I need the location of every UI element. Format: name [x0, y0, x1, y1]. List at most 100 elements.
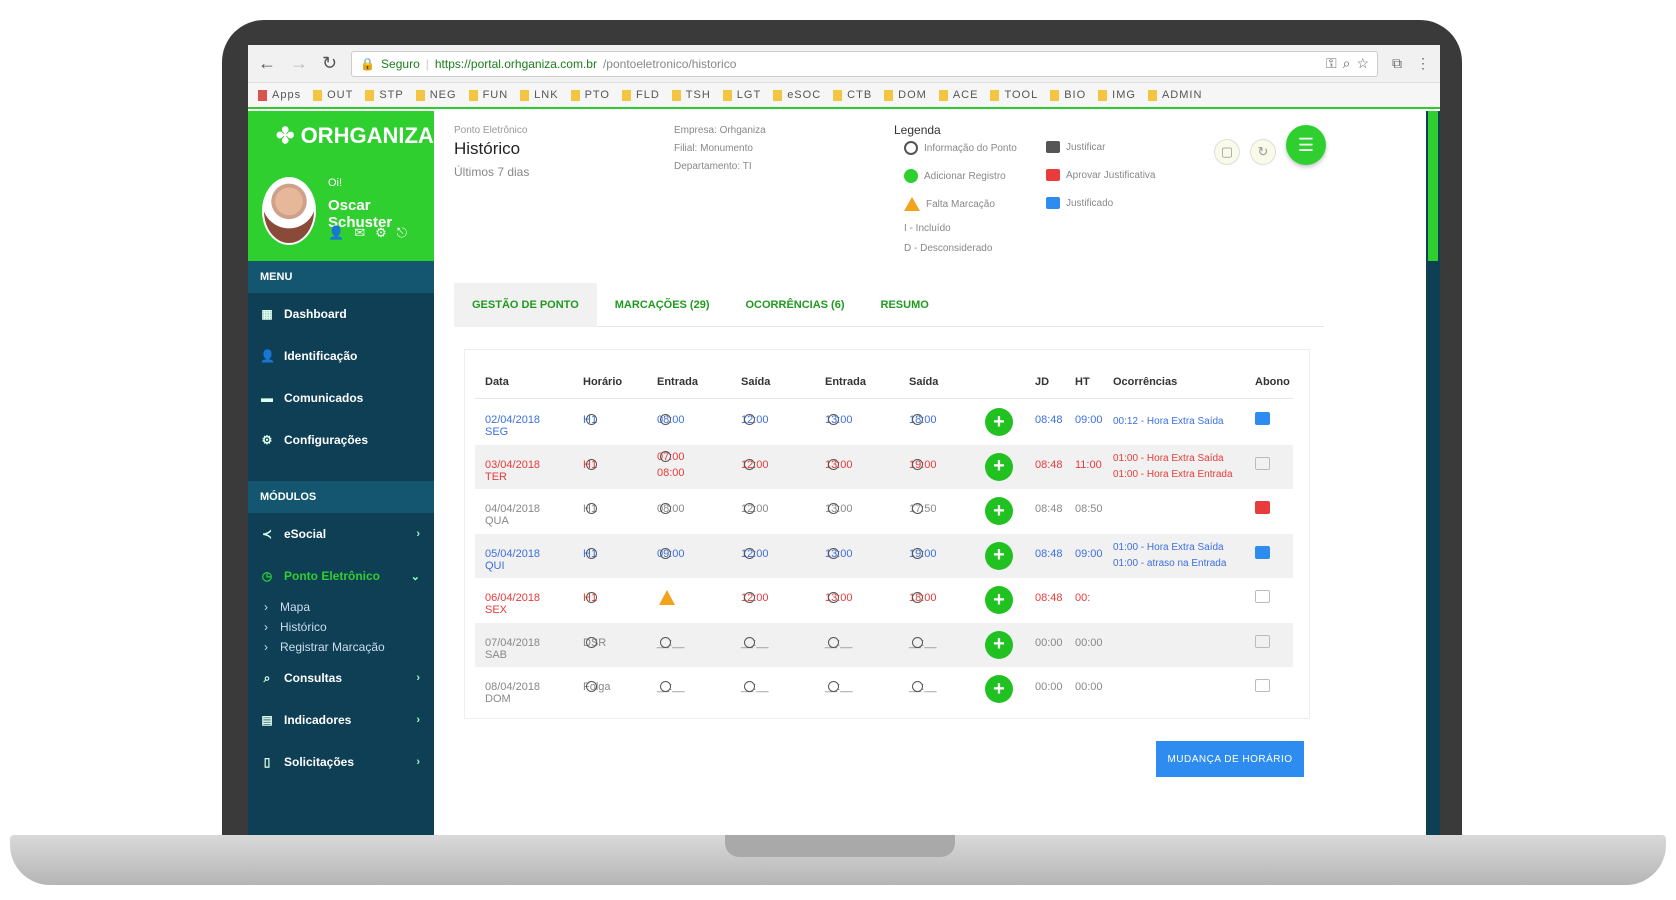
clock-icon[interactable]	[912, 414, 923, 425]
bookmark-item[interactable]: STP	[365, 89, 403, 101]
bookmark-item[interactable]: OUT	[313, 89, 353, 101]
calendar-button[interactable]: ▢	[1214, 139, 1240, 165]
forward-icon[interactable]: →	[290, 53, 308, 74]
extension-icon[interactable]: ⧉	[1392, 55, 1402, 72]
clock-icon[interactable]	[660, 414, 671, 425]
add-record-button[interactable]: +	[985, 675, 1013, 703]
bookmark-item[interactable]: NEG	[415, 89, 457, 101]
add-record-button[interactable]: +	[985, 541, 1013, 570]
tab-marcacoes[interactable]: MARCAÇÕES (29)	[597, 283, 728, 327]
sidebar-item-dashboard[interactable]: ▦ Dashboard	[248, 293, 434, 335]
chat-gray-icon[interactable]	[1255, 590, 1270, 603]
clock-icon[interactable]	[828, 503, 839, 514]
clock-icon[interactable]	[586, 636, 597, 648]
bookmark-item[interactable]: DOM	[884, 89, 927, 101]
clock-icon[interactable]	[828, 458, 839, 470]
bookmark-item[interactable]: ACE	[938, 89, 979, 101]
logo[interactable]: ✤ ORHGANIZA	[276, 123, 434, 149]
bookmark-item[interactable]: FLD	[622, 89, 660, 101]
refresh-button[interactable]: ↻	[1250, 139, 1276, 165]
bookmark-item[interactable]: eSOC	[773, 89, 821, 101]
add-record-button[interactable]: +	[985, 630, 1013, 659]
clock-icon[interactable]	[912, 503, 923, 514]
back-icon[interactable]: ←	[258, 53, 276, 74]
bookmark-item[interactable]: BIO	[1050, 89, 1086, 101]
sidebar-item-esocial[interactable]: ≺ eSocial ›	[248, 513, 434, 555]
key-icon[interactable]: ⚿	[1326, 55, 1337, 72]
clock-icon[interactable]	[912, 681, 923, 692]
scrollbar-thumb[interactable]	[1428, 111, 1438, 261]
clock-icon[interactable]	[912, 636, 923, 648]
clock-icon[interactable]	[912, 592, 923, 603]
sidebar-item-indicadores[interactable]: ▤ Indicadores ›	[248, 699, 434, 741]
clock-icon[interactable]	[912, 547, 923, 559]
sidebar-item-configuracoes[interactable]: ⚙ Configurações	[248, 419, 434, 461]
bookmark-item[interactable]: Apps	[258, 89, 301, 101]
clock-icon[interactable]	[744, 414, 755, 425]
chat-gray-icon[interactable]	[1255, 634, 1270, 648]
chat-blue-icon[interactable]	[1255, 412, 1270, 425]
clock-icon[interactable]	[586, 592, 597, 603]
bookmark-item[interactable]: TSH	[671, 89, 711, 101]
clock-icon[interactable]	[586, 414, 597, 425]
clock-icon[interactable]	[828, 414, 839, 425]
sidebar-subitem-historico[interactable]: › Histórico	[248, 617, 434, 637]
bookmark-item[interactable]: TOOL	[990, 89, 1038, 101]
clock-icon[interactable]	[586, 681, 597, 692]
clock-icon[interactable]	[744, 681, 755, 692]
sidebar-subitem-registrar[interactable]: › Registrar Marcação	[248, 637, 434, 657]
clock-icon[interactable]	[744, 636, 755, 648]
menu-dots-icon[interactable]: ⋮	[1416, 55, 1430, 72]
clock-icon[interactable]	[660, 450, 671, 462]
chat-gray-icon[interactable]	[1255, 456, 1270, 470]
clock-icon[interactable]	[828, 681, 839, 692]
clock-icon[interactable]	[744, 547, 755, 559]
sidebar-item-solicitacoes[interactable]: ▯ Solicitações ›	[248, 741, 434, 783]
menu-fab-button[interactable]: ☰	[1286, 125, 1326, 165]
gear-icon[interactable]: ⚙	[375, 225, 387, 241]
sidebar-item-consultas[interactable]: ⌕ Consultas ›	[248, 657, 434, 699]
add-record-button[interactable]: +	[985, 586, 1013, 614]
zoom-icon[interactable]: ⌕	[1343, 55, 1351, 72]
chat-blue-icon[interactable]	[1255, 545, 1270, 559]
clock-icon[interactable]	[912, 458, 923, 470]
scrollbar[interactable]	[1426, 111, 1440, 835]
bookmark-item[interactable]: FUN	[468, 89, 509, 101]
clock-icon[interactable]	[744, 592, 755, 603]
bookmark-item[interactable]: IMG	[1098, 89, 1136, 101]
sidebar-item-comunicados[interactable]: ▬ Comunicados	[248, 377, 434, 419]
clock-icon[interactable]	[586, 503, 597, 514]
bookmark-item[interactable]: CTB	[833, 89, 872, 101]
clock-icon[interactable]	[744, 503, 755, 514]
clock-icon[interactable]	[744, 458, 755, 470]
user-icon[interactable]: 👤	[328, 225, 344, 241]
clock-icon[interactable]	[586, 458, 597, 470]
sidebar-item-identificacao[interactable]: 👤 Identificação	[248, 335, 434, 377]
tab-resumo[interactable]: RESUMO	[863, 283, 947, 327]
tab-gestao-ponto[interactable]: GESTÃO DE PONTO	[454, 283, 597, 327]
chat-gray-icon[interactable]	[1255, 679, 1270, 692]
clock-icon[interactable]	[828, 547, 839, 559]
sidebar-subitem-mapa[interactable]: › Mapa	[248, 597, 434, 617]
add-record-button[interactable]: +	[985, 497, 1013, 525]
bookmark-item[interactable]: LGT	[722, 89, 761, 101]
bookmark-item[interactable]: LNK	[520, 89, 558, 101]
clock-icon[interactable]	[828, 592, 839, 603]
bookmark-item[interactable]: ADMIN	[1147, 89, 1202, 101]
add-record-button[interactable]: +	[985, 408, 1013, 436]
clock-icon[interactable]	[660, 503, 671, 514]
tab-ocorrencias[interactable]: OCORRÊNCIAS (6)	[728, 283, 863, 327]
clock-icon[interactable]	[586, 547, 597, 559]
avatar[interactable]	[262, 177, 316, 245]
change-schedule-button[interactable]: MUDANÇA DE HORÁRIO	[1156, 741, 1304, 777]
reload-icon[interactable]: ↻	[322, 53, 337, 74]
clock-icon[interactable]	[660, 547, 671, 559]
chat-red-icon[interactable]	[1255, 501, 1270, 514]
logout-icon[interactable]: ⎋	[397, 225, 407, 241]
bookmark-item[interactable]: PTO	[570, 89, 610, 101]
clock-icon[interactable]	[660, 681, 671, 692]
url-input[interactable]: 🔒 Seguro | https://portal.orhganiza.com.…	[351, 50, 1378, 77]
clock-icon[interactable]	[660, 636, 671, 648]
star-icon[interactable]: ☆	[1356, 55, 1369, 72]
add-record-button[interactable]: +	[985, 452, 1013, 481]
